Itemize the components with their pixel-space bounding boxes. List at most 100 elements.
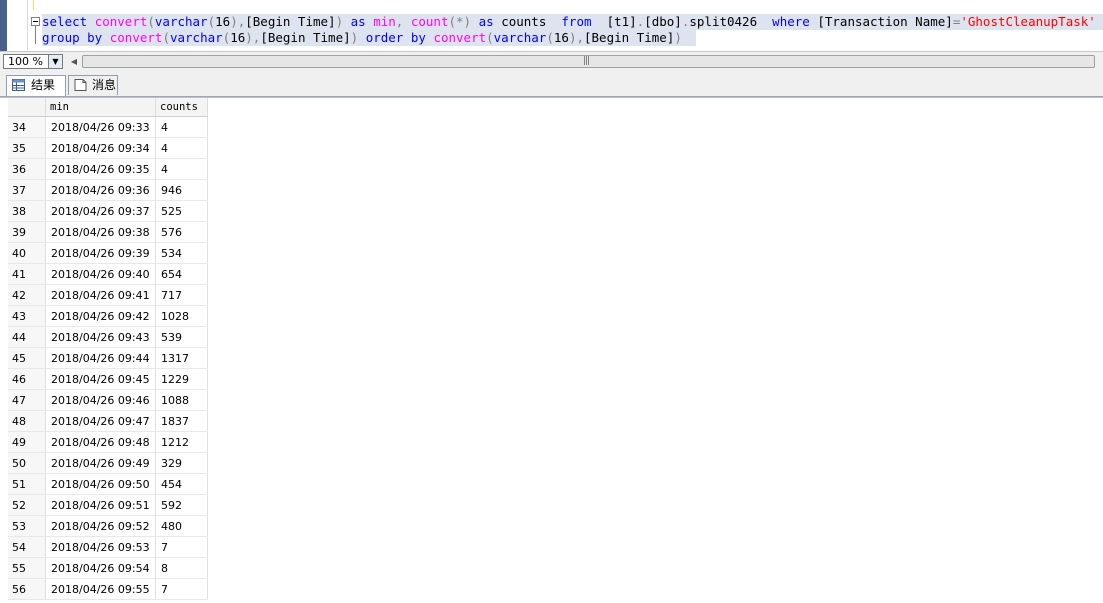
table-row[interactable]: 46 2018/04/26 09:45 1229: [8, 368, 208, 390]
row-number-cell[interactable]: 37: [8, 179, 46, 201]
table-row[interactable]: 45 2018/04/26 09:44 1317: [8, 347, 208, 369]
chevron-down-icon[interactable]: ▼: [48, 55, 62, 68]
row-number-cell[interactable]: 48: [8, 410, 46, 432]
scroll-left-icon[interactable]: ◀: [68, 55, 80, 69]
counts-cell[interactable]: 4: [155, 116, 208, 138]
table-row[interactable]: 35 2018/04/26 09:34 4: [8, 137, 208, 159]
counts-cell[interactable]: 1229: [155, 368, 208, 390]
table-row[interactable]: 50 2018/04/26 09:49 329: [8, 452, 208, 474]
query-editor[interactable]: select convert(varchar(16),[Begin Time])…: [7, 0, 1103, 50]
tab-results[interactable]: 结果: [6, 75, 66, 96]
table-row[interactable]: 49 2018/04/26 09:48 1212: [8, 431, 208, 453]
min-cell[interactable]: 2018/04/26 09:37: [45, 200, 156, 222]
row-number-cell[interactable]: 42: [8, 284, 46, 306]
zoom-select[interactable]: 100 % ▼: [3, 54, 63, 69]
row-number-cell[interactable]: 43: [8, 305, 46, 327]
table-row[interactable]: 43 2018/04/26 09:42 1028: [8, 305, 208, 327]
row-number-cell[interactable]: 45: [8, 347, 46, 369]
table-row[interactable]: 42 2018/04/26 09:41 717: [8, 284, 208, 306]
row-number-header[interactable]: [8, 98, 46, 117]
min-cell[interactable]: 2018/04/26 09:34: [45, 137, 156, 159]
counts-cell[interactable]: 654: [155, 263, 208, 285]
row-number-cell[interactable]: 44: [8, 326, 46, 348]
counts-cell[interactable]: 534: [155, 242, 208, 264]
counts-cell[interactable]: 525: [155, 200, 208, 222]
counts-cell[interactable]: 329: [155, 452, 208, 474]
min-cell[interactable]: 2018/04/26 09:47: [45, 410, 156, 432]
table-row[interactable]: 56 2018/04/26 09:55 7: [8, 578, 208, 600]
min-cell[interactable]: 2018/04/26 09:44: [45, 347, 156, 369]
counts-cell[interactable]: 454: [155, 473, 208, 495]
row-number-cell[interactable]: 54: [8, 536, 46, 558]
row-number-cell[interactable]: 51: [8, 473, 46, 495]
counts-cell[interactable]: 7: [155, 536, 208, 558]
min-cell[interactable]: 2018/04/26 09:55: [45, 578, 156, 600]
table-row[interactable]: 34 2018/04/26 09:33 4: [8, 116, 208, 138]
scrollbar-grip[interactable]: |||: [583, 56, 590, 67]
min-cell[interactable]: 2018/04/26 09:51: [45, 494, 156, 516]
counts-cell[interactable]: 1088: [155, 389, 208, 411]
table-row[interactable]: 48 2018/04/26 09:47 1837: [8, 410, 208, 432]
results-grid[interactable]: min counts 34 2018/04/26 09:33 4 35 2018/04/…: [0, 97, 1103, 603]
table-row[interactable]: 36 2018/04/26 09:35 4: [8, 158, 208, 180]
code-line-1[interactable]: select convert(varchar(16),[Begin Time])…: [42, 14, 1103, 30]
table-row[interactable]: 40 2018/04/26 09:39 534: [8, 242, 208, 264]
row-number-cell[interactable]: 46: [8, 368, 46, 390]
row-number-cell[interactable]: 55: [8, 557, 46, 579]
counts-cell[interactable]: 1028: [155, 305, 208, 327]
counts-cell[interactable]: 8: [155, 557, 208, 579]
row-number-cell[interactable]: 34: [8, 116, 46, 138]
counts-cell[interactable]: 4: [155, 137, 208, 159]
table-row[interactable]: 47 2018/04/26 09:46 1088: [8, 389, 208, 411]
collapse-toggle-icon[interactable]: [31, 17, 40, 26]
column-header-counts[interactable]: counts: [155, 98, 208, 117]
row-number-cell[interactable]: 39: [8, 221, 46, 243]
tab-messages[interactable]: 消息: [68, 75, 118, 95]
row-number-cell[interactable]: 53: [8, 515, 46, 537]
min-cell[interactable]: 2018/04/26 09:38: [45, 221, 156, 243]
table-row[interactable]: 37 2018/04/26 09:36 946: [8, 179, 208, 201]
row-number-cell[interactable]: 38: [8, 200, 46, 222]
counts-cell[interactable]: 1317: [155, 347, 208, 369]
row-number-cell[interactable]: 36: [8, 158, 46, 180]
row-number-cell[interactable]: 56: [8, 578, 46, 600]
table-row[interactable]: 51 2018/04/26 09:50 454: [8, 473, 208, 495]
min-cell[interactable]: 2018/04/26 09:53: [45, 536, 156, 558]
min-cell[interactable]: 2018/04/26 09:52: [45, 515, 156, 537]
code-line-2[interactable]: group by convert(varchar(16),[Begin Time…: [42, 30, 696, 46]
min-cell[interactable]: 2018/04/26 09:50: [45, 473, 156, 495]
min-cell[interactable]: 2018/04/26 09:41: [45, 284, 156, 306]
counts-cell[interactable]: 1212: [155, 431, 208, 453]
counts-cell[interactable]: 539: [155, 326, 208, 348]
counts-cell[interactable]: 4: [155, 158, 208, 180]
table-row[interactable]: 38 2018/04/26 09:37 525: [8, 200, 208, 222]
row-number-cell[interactable]: 41: [8, 263, 46, 285]
min-cell[interactable]: 2018/04/26 09:45: [45, 368, 156, 390]
row-number-cell[interactable]: 50: [8, 452, 46, 474]
counts-cell[interactable]: 717: [155, 284, 208, 306]
column-header-min[interactable]: min: [45, 98, 156, 117]
min-cell[interactable]: 2018/04/26 09:40: [45, 263, 156, 285]
table-row[interactable]: 54 2018/04/26 09:53 7: [8, 536, 208, 558]
min-cell[interactable]: 2018/04/26 09:36: [45, 179, 156, 201]
min-cell[interactable]: 2018/04/26 09:43: [45, 326, 156, 348]
results-table[interactable]: min counts 34 2018/04/26 09:33 4 35 2018/04/…: [8, 98, 208, 600]
row-number-cell[interactable]: 49: [8, 431, 46, 453]
row-number-cell[interactable]: 40: [8, 242, 46, 264]
min-cell[interactable]: 2018/04/26 09:42: [45, 305, 156, 327]
counts-cell[interactable]: 7: [155, 578, 208, 600]
min-cell[interactable]: 2018/04/26 09:46: [45, 389, 156, 411]
counts-cell[interactable]: 480: [155, 515, 208, 537]
min-cell[interactable]: 2018/04/26 09:33: [45, 116, 156, 138]
row-number-cell[interactable]: 35: [8, 137, 46, 159]
table-row[interactable]: 55 2018/04/26 09:54 8: [8, 557, 208, 579]
row-number-cell[interactable]: 47: [8, 389, 46, 411]
table-row[interactable]: 53 2018/04/26 09:52 480: [8, 515, 208, 537]
min-cell[interactable]: 2018/04/26 09:48: [45, 431, 156, 453]
table-row[interactable]: 41 2018/04/26 09:40 654: [8, 263, 208, 285]
min-cell[interactable]: 2018/04/26 09:54: [45, 557, 156, 579]
min-cell[interactable]: 2018/04/26 09:49: [45, 452, 156, 474]
table-row[interactable]: 52 2018/04/26 09:51 592: [8, 494, 208, 516]
table-row[interactable]: 39 2018/04/26 09:38 576: [8, 221, 208, 243]
min-cell[interactable]: 2018/04/26 09:35: [45, 158, 156, 180]
